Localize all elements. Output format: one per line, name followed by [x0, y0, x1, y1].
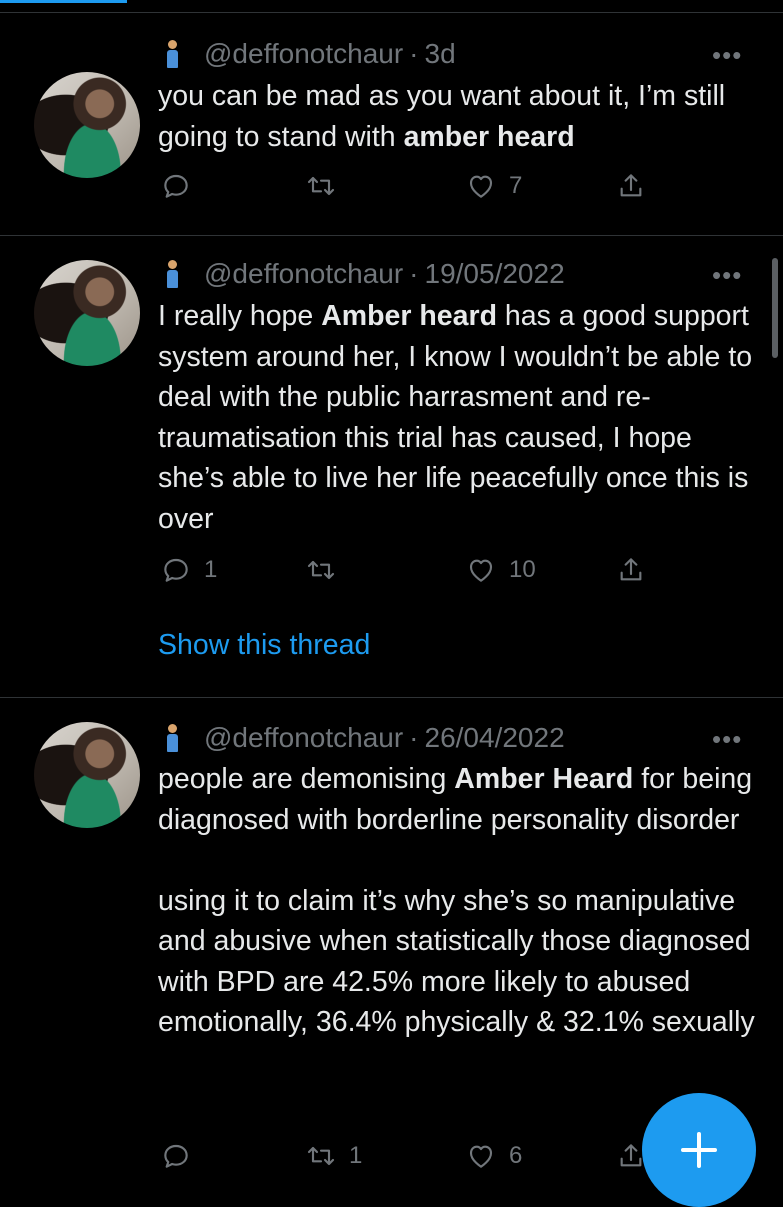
tweet-header: @deffonotchaur · 3d [158, 36, 456, 72]
like-count: 10 [509, 556, 536, 583]
more-options-icon[interactable]: ••• [712, 724, 742, 755]
tweet-actions: 7 [160, 166, 660, 206]
reply-button[interactable] [160, 1136, 204, 1176]
tweet-1[interactable]: @deffonotchaur · 3d ••• you can be mad a… [0, 14, 783, 236]
separator: · [409, 38, 419, 69]
tweet-header: @deffonotchaur · 26/04/2022 [158, 720, 565, 756]
retweet-icon [307, 1146, 335, 1166]
compose-button[interactable] [642, 1093, 756, 1207]
plus-icon [681, 1132, 717, 1168]
retweet-icon [307, 176, 335, 196]
reply-button[interactable] [160, 166, 204, 206]
active-tab-underline [0, 0, 127, 3]
tweet-text: people are demonising Amber Heard for be… [158, 763, 755, 1038]
retweet-button[interactable] [305, 550, 349, 590]
like-count: 6 [509, 1142, 523, 1169]
handle[interactable]: @deffonotchaur [204, 722, 403, 754]
person-emoji-icon [164, 40, 180, 68]
like-button[interactable]: 7 [465, 166, 522, 206]
like-button[interactable]: 6 [465, 1136, 522, 1176]
reply-button[interactable]: 1 [160, 550, 217, 590]
avatar[interactable] [34, 722, 140, 828]
handle[interactable]: @deffonotchaur [204, 38, 403, 70]
tweet-2[interactable]: @deffonotchaur · 19/05/2022 ••• I really… [0, 236, 783, 698]
more-options-icon[interactable]: ••• [712, 40, 742, 71]
avatar[interactable] [34, 260, 140, 366]
separator: · [409, 722, 419, 753]
retweet-button[interactable]: 1 [305, 1136, 362, 1176]
timestamp[interactable]: 3d [425, 38, 456, 70]
heart-icon [469, 559, 493, 582]
retweet-icon [307, 560, 335, 580]
person-emoji-icon [164, 260, 180, 288]
like-button[interactable]: 10 [465, 550, 536, 590]
retweet-count: 1 [349, 1142, 363, 1169]
reply-icon [164, 558, 188, 582]
avatar[interactable] [34, 72, 140, 178]
reply-icon [164, 174, 188, 198]
tweet-actions: 1 6 [160, 1136, 660, 1176]
reply-icon [164, 1144, 188, 1168]
handle[interactable]: @deffonotchaur [204, 258, 403, 290]
tweet-text: I really hope Amber heard has a good sup… [158, 300, 753, 535]
share-icon [620, 558, 642, 581]
top-tab-indicator [0, 0, 783, 14]
like-count: 7 [509, 172, 523, 199]
tweet-actions: 1 10 [160, 550, 660, 590]
separator: · [409, 258, 419, 289]
share-button[interactable] [615, 550, 647, 590]
share-icon [620, 174, 642, 197]
show-thread-link[interactable]: Show this thread [158, 629, 370, 662]
heart-icon [469, 1145, 493, 1168]
reply-count: 1 [204, 556, 218, 583]
divider [0, 12, 783, 13]
more-options-icon[interactable]: ••• [712, 260, 742, 291]
person-emoji-icon [164, 724, 180, 752]
share-button[interactable] [615, 166, 647, 206]
tweet-header: @deffonotchaur · 19/05/2022 [158, 256, 565, 292]
heart-icon [469, 175, 493, 198]
tweet-text: you can be mad as you want about it, I’m… [158, 80, 726, 153]
timestamp[interactable]: 26/04/2022 [425, 722, 565, 754]
retweet-button[interactable] [305, 166, 349, 206]
timestamp[interactable]: 19/05/2022 [425, 258, 565, 290]
